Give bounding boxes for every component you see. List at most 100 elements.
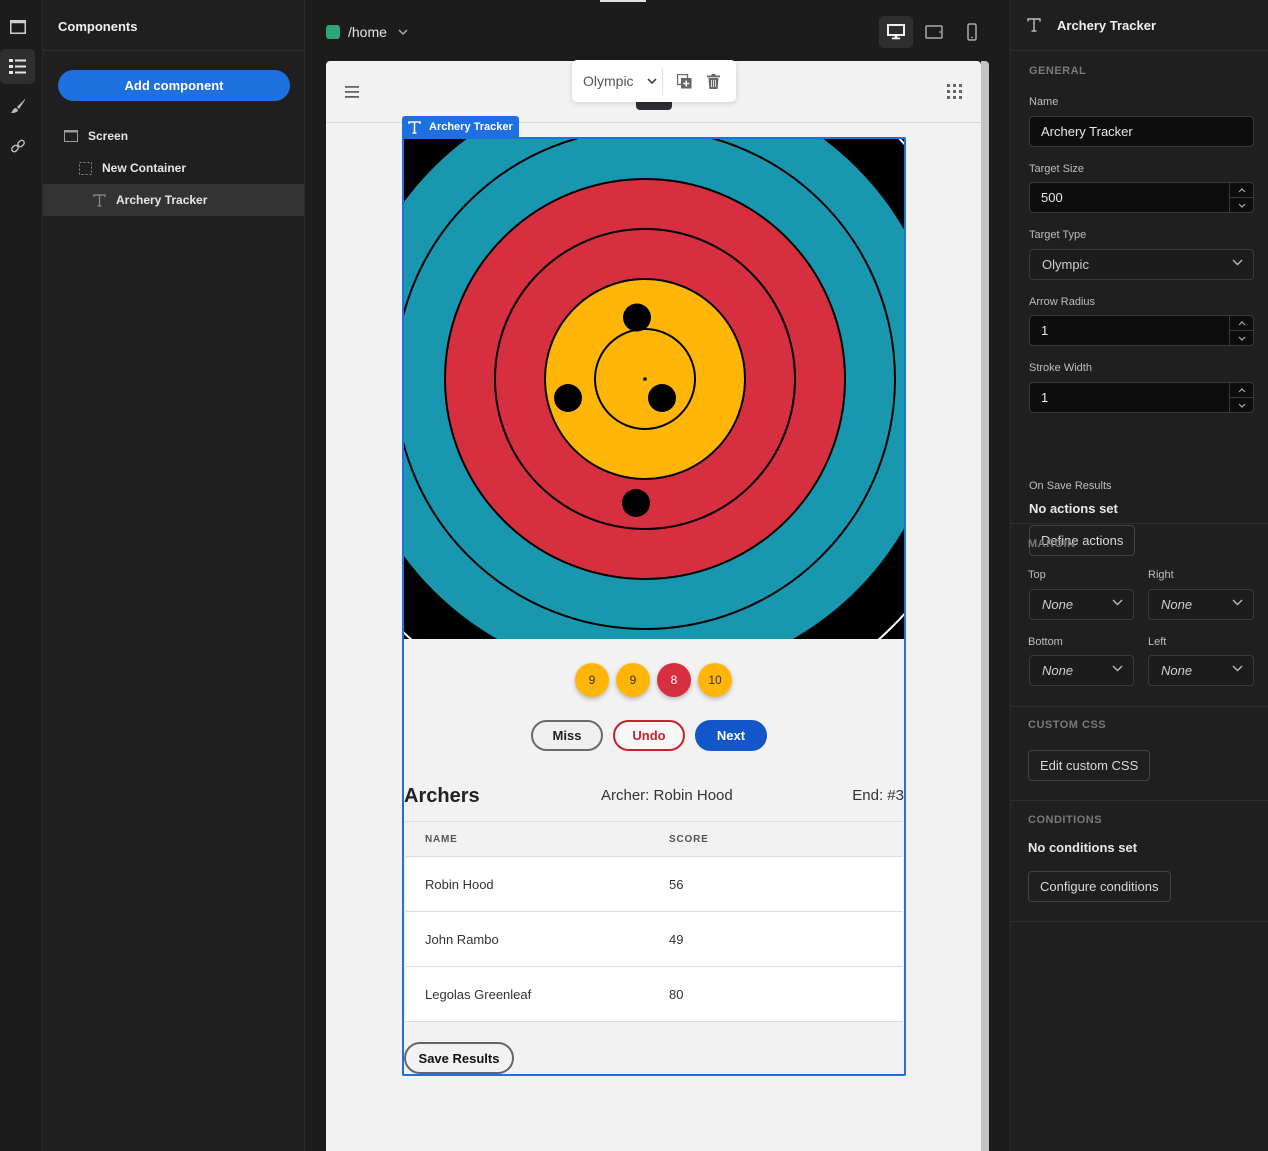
margin-bottom-label: Bottom <box>1028 636 1063 648</box>
archer-name-cell: John Rambo <box>425 932 499 947</box>
chevron-down-icon <box>398 29 408 35</box>
stroke-width-stepper[interactable] <box>1229 383 1253 412</box>
target-size-input[interactable]: 500 <box>1029 182 1254 213</box>
screen-icon <box>9 19 26 34</box>
end-score-chips: 9 9 8 10 <box>575 663 732 697</box>
target-type-quick-select[interactable]: Olympic <box>572 68 663 94</box>
hamburger-menu-icon[interactable] <box>345 86 359 98</box>
table-row[interactable]: Robin Hood 56 <box>405 857 903 912</box>
arrow-radius-value: 1 <box>1041 323 1049 338</box>
column-header-score[interactable]: SCORE <box>669 834 709 845</box>
tree-item-screen[interactable]: Screen <box>43 120 304 152</box>
margin-top-label: Top <box>1028 569 1046 581</box>
tree-item-label: Archery Tracker <box>116 193 208 207</box>
margin-left-value: None <box>1161 663 1193 678</box>
properties-title: Archery Tracker <box>1057 17 1157 33</box>
margin-bottom-select[interactable]: None <box>1029 655 1134 686</box>
column-header-name[interactable]: NAME <box>425 834 458 845</box>
brush-icon <box>10 98 25 113</box>
properties-header: Archery Tracker <box>1011 0 1268 51</box>
component-label-text: Archery Tracker <box>429 121 513 133</box>
chevron-down-icon <box>1232 665 1243 672</box>
grid-apps-icon[interactable] <box>947 84 963 100</box>
chevron-down-icon[interactable] <box>1230 198 1253 212</box>
rail-components-button[interactable] <box>0 49 35 84</box>
arrow-radius-stepper[interactable] <box>1229 316 1253 345</box>
target-type-label: Target Type <box>1029 229 1087 241</box>
text-t-icon <box>408 120 421 134</box>
desktop-icon <box>887 24 905 40</box>
table-row[interactable]: Legolas Greenleaf 80 <box>405 967 903 1022</box>
device-mobile-button[interactable] <box>955 16 989 48</box>
divider <box>1010 706 1268 707</box>
end-score-chip: 9 <box>616 663 650 697</box>
chevron-down-icon <box>1232 259 1243 266</box>
arrow-radius-input[interactable]: 1 <box>1029 315 1254 346</box>
stroke-width-label: Stroke Width <box>1029 362 1092 374</box>
stroke-width-input[interactable]: 1 <box>1029 382 1254 413</box>
rail-bindings-button[interactable] <box>0 128 35 163</box>
table-row[interactable]: John Rambo 49 <box>405 912 903 967</box>
edit-custom-css-button[interactable]: Edit custom CSS <box>1028 750 1151 781</box>
miss-button[interactable]: Miss <box>531 720 603 751</box>
archers-header: Archers Archer: Robin Hood End: #3 <box>404 783 904 811</box>
quick-select-value: Olympic <box>583 73 634 89</box>
next-button[interactable]: Next <box>695 720 767 751</box>
tree-item-archery-tracker[interactable]: Archery Tracker <box>43 184 304 216</box>
arrow-hit[interactable] <box>648 384 676 412</box>
end-score-chip: 8 <box>657 663 691 697</box>
chevron-up-icon[interactable] <box>1230 316 1253 331</box>
tree-item-new-container[interactable]: New Container <box>43 152 304 184</box>
stroke-width-value: 1 <box>1041 390 1049 405</box>
duplicate-icon[interactable] <box>677 73 692 89</box>
container-icon <box>77 161 93 175</box>
arrow-hit[interactable] <box>622 489 650 517</box>
add-component-button[interactable]: Add component <box>58 70 290 101</box>
margin-left-select[interactable]: None <box>1148 655 1254 686</box>
properties-panel: Archery Tracker GENERAL Name Archery Tra… <box>1010 0 1268 1151</box>
arrow-hit[interactable] <box>623 303 651 332</box>
tree-item-label: Screen <box>88 129 129 143</box>
archery-target[interactable] <box>404 139 904 639</box>
device-desktop-button[interactable] <box>879 16 913 48</box>
current-archer: Archer: Robin Hood <box>601 787 733 804</box>
route-selector[interactable]: /home <box>326 24 408 40</box>
components-panel: Components Add component Screen New Cont… <box>43 0 305 1151</box>
chevron-up-icon[interactable] <box>1230 183 1253 198</box>
chevron-down-icon <box>1112 599 1123 606</box>
drag-indicator <box>600 0 646 2</box>
selected-component-label[interactable]: Archery Tracker <box>402 116 519 138</box>
arrow-hit[interactable] <box>554 384 582 412</box>
chevron-up-icon[interactable] <box>1230 383 1253 398</box>
archer-score-cell: 49 <box>669 932 684 947</box>
table-header: NAME SCORE <box>405 822 903 857</box>
rail-screens-button[interactable] <box>0 9 35 44</box>
target-size-value: 500 <box>1041 190 1063 205</box>
chevron-down-icon[interactable] <box>1230 331 1253 345</box>
configure-conditions-button[interactable]: Configure conditions <box>1028 871 1171 902</box>
custom-css-section-title: CUSTOM CSS <box>1028 719 1107 731</box>
name-input[interactable]: Archery Tracker <box>1029 116 1254 147</box>
archer-name-cell: Legolas Greenleaf <box>425 987 532 1002</box>
text-t-icon <box>91 193 107 207</box>
target-center-dot <box>643 377 647 381</box>
target-type-select[interactable]: Olympic <box>1029 249 1254 280</box>
name-label: Name <box>1029 96 1059 108</box>
save-results-button[interactable]: Save Results <box>404 1042 514 1074</box>
device-tablet-button[interactable] <box>917 16 951 48</box>
margin-right-label: Right <box>1148 569 1174 581</box>
divider <box>1010 523 1268 524</box>
divider <box>1010 800 1268 801</box>
preview-scrollbar[interactable] <box>981 61 989 1151</box>
conditions-section-title: CONDITIONS <box>1028 814 1103 826</box>
margin-right-select[interactable]: None <box>1148 589 1254 620</box>
margin-top-select[interactable]: None <box>1029 589 1134 620</box>
undo-button[interactable]: Undo <box>613 720 685 751</box>
delete-trash-icon[interactable] <box>707 73 720 89</box>
divider <box>1010 921 1268 922</box>
conditions-status: No conditions set <box>1028 840 1138 855</box>
chevron-down-icon[interactable] <box>1230 398 1253 412</box>
target-size-stepper[interactable] <box>1229 183 1253 212</box>
list-icon <box>9 59 26 74</box>
rail-theme-button[interactable] <box>0 88 35 123</box>
